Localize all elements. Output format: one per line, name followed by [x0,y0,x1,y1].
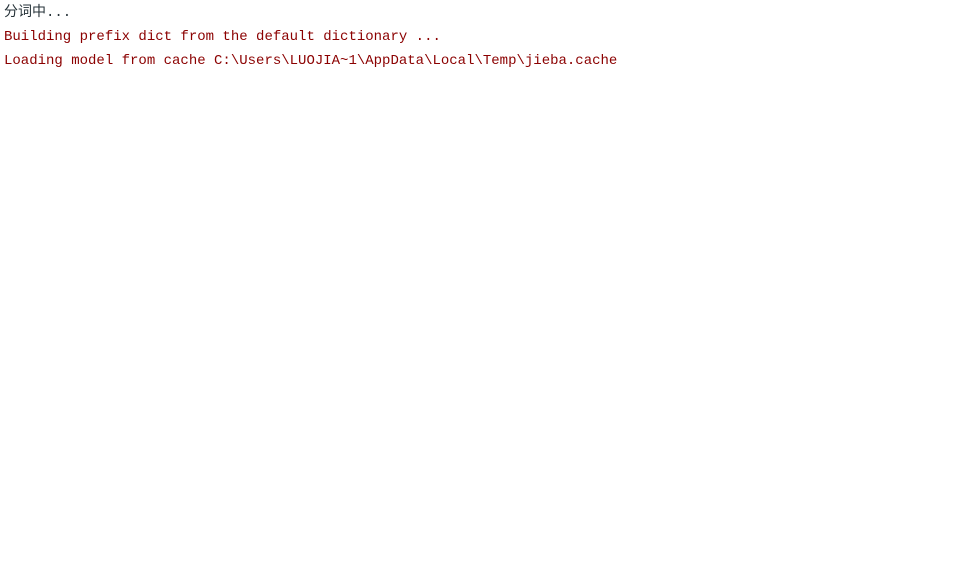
stdout-line: 分词中... [4,2,965,26]
console-output: 分词中... Building prefix dict from the def… [4,2,965,73]
stderr-line: Loading model from cache C:\Users\LUOJIA… [4,50,965,74]
stderr-line: Building prefix dict from the default di… [4,26,965,50]
